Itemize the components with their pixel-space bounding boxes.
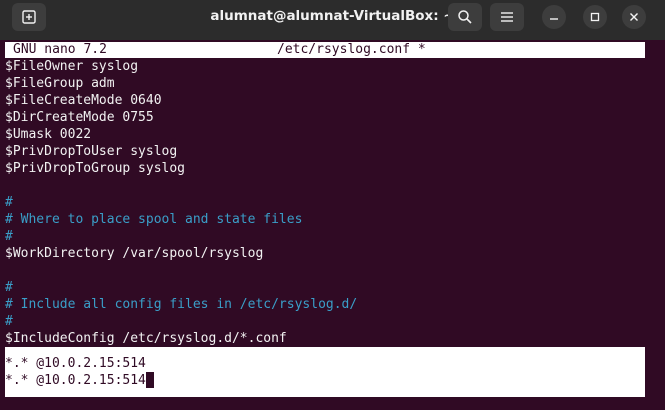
minimize-icon [550, 18, 558, 20]
file-line: $IncludeConfig /etc/rsyslog.d/*.conf [5, 331, 287, 346]
terminal-area[interactable]: GNU nano 7.2 /etc/rsyslog.conf * $FileOw… [0, 40, 665, 410]
file-line: # [5, 195, 13, 210]
titlebar: alumnat@alumnat-VirtualBox: ~ [0, 0, 665, 40]
selected-line: *.* @10.0.2.15:514 [5, 372, 154, 389]
text-cursor [145, 372, 154, 388]
nano-header-bar: GNU nano 7.2 /etc/rsyslog.conf * [5, 42, 645, 58]
file-line: $PrivDropToGroup syslog [5, 161, 186, 176]
file-line: # [5, 314, 13, 329]
file-line: # Include all config files in /etc/rsysl… [5, 297, 358, 312]
maximize-button[interactable] [583, 5, 607, 29]
file-line: $DirCreateMode 0755 [5, 110, 154, 125]
nano-filename: /etc/rsyslog.conf * [277, 42, 426, 57]
file-line: $FileGroup adm [5, 76, 115, 91]
file-line: $FileOwner syslog [5, 59, 139, 74]
file-line: $Umask 0022 [5, 127, 92, 142]
selected-content[interactable]: *.* @10.0.2.15:514 *.* @10.0.2.15:514 [5, 355, 154, 389]
new-tab-button[interactable] [12, 3, 46, 31]
file-line: $FileCreateMode 0640 [5, 93, 162, 108]
close-icon [630, 13, 638, 21]
file-line [5, 262, 357, 279]
nano-version: GNU nano 7.2 [13, 42, 107, 57]
file-line: # Where to place spool and state files [5, 212, 303, 227]
close-button[interactable] [622, 5, 646, 29]
search-icon [458, 10, 472, 24]
file-content[interactable]: $FileOwner syslog $FileGroup adm $FileCrea… [5, 58, 357, 347]
search-button[interactable] [448, 3, 482, 31]
file-line: # [5, 229, 13, 244]
selected-line: *.* @10.0.2.15:514 [5, 356, 146, 371]
new-tab-icon [22, 10, 36, 24]
scrollbar-track[interactable] [645, 40, 665, 410]
terminal-window: alumnat@alumnat-VirtualBox: ~ GNU nano 7… [0, 0, 665, 410]
file-line: # [5, 280, 13, 295]
menu-button[interactable] [490, 3, 524, 31]
file-line [5, 177, 357, 194]
file-line: $PrivDropToUser syslog [5, 144, 178, 159]
maximize-icon [590, 12, 600, 22]
minimize-button[interactable] [542, 5, 566, 29]
hamburger-menu-icon [501, 12, 513, 22]
file-line: $WorkDirectory /var/spool/rsyslog [5, 246, 264, 261]
